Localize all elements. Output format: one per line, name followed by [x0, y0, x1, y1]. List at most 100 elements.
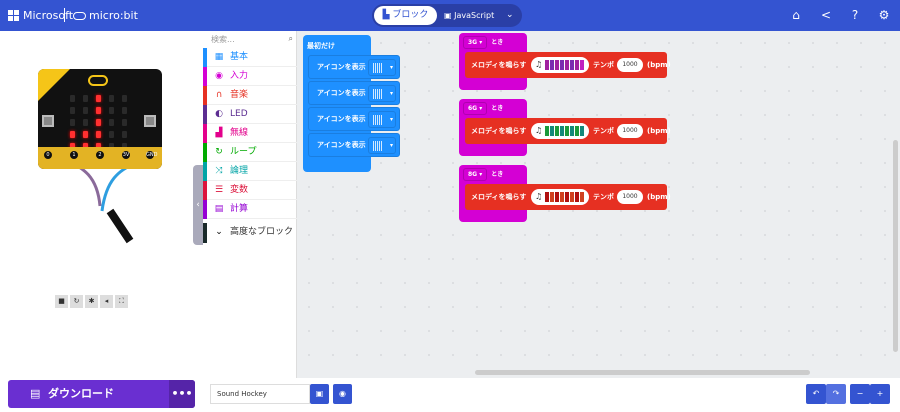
search-input[interactable]: 検索... ⌕ [211, 34, 295, 45]
icon-dropdown[interactable]: ▾ [368, 59, 396, 76]
tempo-input[interactable]: 1000 [617, 124, 643, 138]
category-item[interactable]: ∩ 音楽 [203, 86, 297, 105]
gesture-dropdown[interactable]: 6G ▾ [463, 102, 488, 115]
advanced-bar [203, 223, 207, 243]
led [109, 95, 114, 102]
play-melody-block[interactable]: メロディを鳴らす ♫ テンポ 1000 (bpm) [465, 184, 671, 210]
category-item[interactable]: ↻ ループ [203, 143, 297, 162]
icon-dropdown[interactable]: ▾ [368, 111, 396, 128]
settings-icon[interactable]: ⚙ [877, 8, 891, 22]
gesture-dropdown[interactable]: 3G ▾ [463, 36, 488, 49]
on-gesture-block[interactable]: 3G ▾ とき メロディを鳴らす ♫ テンポ 1000 (bpm) [459, 33, 671, 90]
on-gesture-block[interactable]: 6G ▾ とき メロディを鳴らす ♫ テンポ 1000 (bpm) [459, 99, 671, 156]
restart-icon[interactable]: ↻ [70, 295, 83, 308]
pin-1[interactable]: 1 [68, 149, 80, 161]
share-icon[interactable]: < [819, 8, 833, 22]
button-a[interactable] [42, 115, 54, 127]
on-gesture-block[interactable]: 8G ▾ とき メロディを鳴らす ♫ テンポ 1000 (bpm) [459, 165, 671, 222]
chevron-down-icon[interactable]: ⌄ [506, 4, 514, 27]
zoom-out-icon[interactable]: − [850, 384, 870, 404]
collapse-simulator-handle[interactable]: ‹ [193, 165, 203, 245]
note-cell [565, 192, 570, 202]
category-item[interactable]: ▟ 無線 [203, 124, 297, 143]
stop-icon[interactable]: ■ [55, 295, 68, 308]
toggle-icon: ◐ [215, 109, 223, 119]
note-cell [575, 192, 580, 202]
gesture-dropdown[interactable]: 8G ▾ [463, 168, 488, 181]
pin-0[interactable]: 0 [42, 149, 54, 161]
more-button[interactable]: ••• [169, 380, 195, 408]
debug-icon[interactable]: ✱ [85, 295, 98, 308]
js-icon: ▣ [444, 11, 455, 20]
save-icon[interactable]: ▣ [310, 384, 329, 404]
advanced-blocks[interactable]: ⌄ 高度なブロック [203, 223, 297, 243]
search-icon[interactable]: ⌕ [289, 34, 293, 44]
download-button[interactable]: ▤ ダウンロード ••• [8, 380, 195, 408]
pin-3v[interactable]: 3V [120, 149, 132, 161]
note-cell [550, 60, 555, 70]
fullscreen-icon[interactable]: ⛶ [115, 295, 128, 308]
microbit-logo[interactable]: micro:bit [73, 9, 138, 22]
toolbox: 検索... ⌕ ▦ 基本 ◉ 入力 ∩ 音楽 ◐ LED ▟ 無線 ↻ ループ ⤨ 論理 ☰ 変数 ▤ 計算 ⌄ 高度… [203, 31, 297, 378]
category-item[interactable]: ▦ 基本 [203, 48, 297, 67]
help-icon[interactable]: ? [848, 8, 862, 22]
led [96, 107, 101, 114]
microbit-board[interactable]: 0 1 2 3V GND [38, 69, 162, 169]
play-melody-block[interactable]: メロディを鳴らす ♫ テンポ 1000 (bpm) [465, 118, 671, 144]
tempo-input[interactable]: 1000 [617, 58, 643, 72]
category-label: ループ [230, 147, 257, 157]
note-cell [580, 192, 585, 202]
blocks-workspace[interactable]: 最初だけ アイコンを表示 ▾ アイコンを表示 ▾ アイコンを表示 ▾ アイコンを表示 ▾ 3G… [297, 31, 900, 378]
note-cell [580, 60, 585, 70]
tempo-input[interactable]: 1000 [617, 190, 643, 204]
note-cell [560, 60, 565, 70]
show-icon-block[interactable]: アイコンを表示 ▾ [308, 55, 400, 79]
led [96, 119, 101, 126]
category-color-bar [203, 67, 207, 86]
play-melody-block[interactable]: メロディを鳴らす ♫ テンポ 1000 (bpm) [465, 52, 671, 78]
show-icon-block[interactable]: アイコンを表示 ▾ [308, 133, 400, 157]
redo-icon[interactable]: ↷ [826, 384, 846, 404]
gesture-value: 3G [468, 39, 478, 46]
pin-2[interactable]: 2 [94, 149, 106, 161]
category-item[interactable]: ◉ 入力 [203, 67, 297, 86]
category-item[interactable]: ⤨ 論理 [203, 162, 297, 181]
category-label: LED [230, 109, 248, 119]
on-start-block[interactable]: 最初だけ アイコンを表示 ▾ アイコンを表示 ▾ アイコンを表示 ▾ アイコンを表示 ▾ [303, 35, 400, 172]
undo-icon[interactable]: ↶ [806, 384, 826, 404]
melody-editor[interactable]: ♫ [531, 123, 589, 139]
vertical-scrollbar[interactable] [893, 140, 898, 352]
logo-touch[interactable] [88, 75, 108, 86]
tab-javascript[interactable]: ▣ JavaScript [444, 4, 494, 27]
note-cell [570, 60, 575, 70]
mute-icon[interactable]: ◂ [100, 295, 113, 308]
melody-editor[interactable]: ♫ [531, 189, 589, 205]
led [109, 131, 114, 138]
zoom-in-icon[interactable]: + [870, 384, 890, 404]
tab-blocks[interactable]: ▙ ブロック [374, 6, 437, 25]
bottom-bar: ▤ ダウンロード ••• Sound Hockey ▣ ◉ ↶ ↷ − + [0, 378, 900, 412]
show-icon-block[interactable]: アイコンを表示 ▾ [308, 107, 400, 131]
category-item[interactable]: ◐ LED [203, 105, 297, 124]
show-icon-block[interactable]: アイコンを表示 ▾ [308, 81, 400, 105]
melody-editor[interactable]: ♫ [531, 57, 589, 73]
category-color-bar [203, 200, 207, 219]
icon-dropdown[interactable]: ▾ [368, 137, 396, 154]
category-item[interactable]: ▤ 計算 [203, 200, 297, 219]
horizontal-scrollbar[interactable] [475, 370, 810, 375]
button-b[interactable] [144, 115, 156, 127]
divider [64, 8, 65, 22]
led [83, 131, 88, 138]
project-name-input[interactable]: Sound Hockey [210, 384, 310, 404]
grid-icon: ▦ [214, 52, 224, 62]
home-icon[interactable]: ⌂ [789, 8, 803, 22]
led [96, 95, 101, 102]
category-label: 基本 [230, 52, 249, 62]
github-icon[interactable]: ◉ [333, 384, 352, 404]
led [109, 107, 114, 114]
led [122, 131, 127, 138]
note-cell [560, 192, 565, 202]
category-item[interactable]: ☰ 変数 [203, 181, 297, 200]
pin-gnd[interactable]: GND [144, 149, 157, 161]
icon-dropdown[interactable]: ▾ [368, 85, 396, 102]
